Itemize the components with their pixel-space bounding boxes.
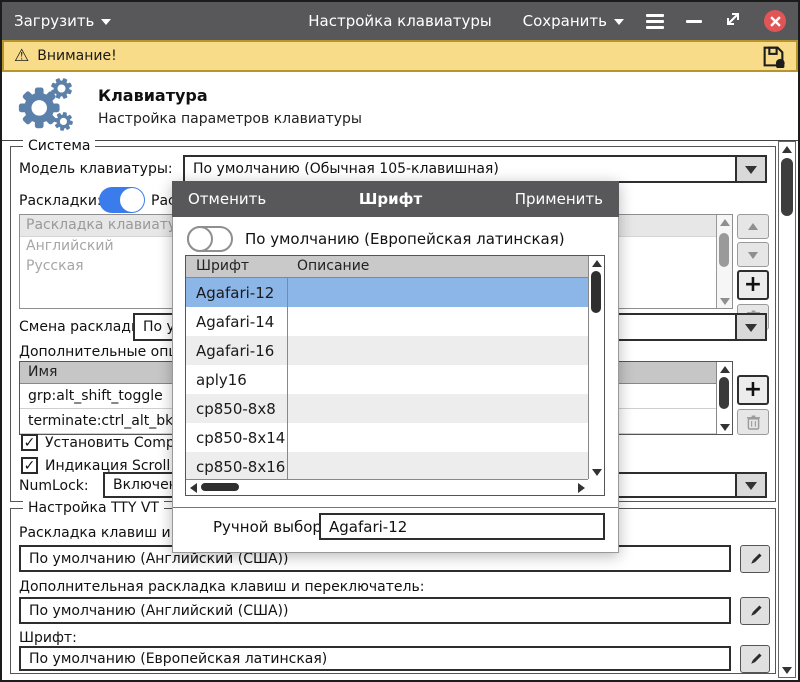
table-row[interactable]: cp850-8x16 bbox=[186, 452, 588, 479]
scroll-down-icon[interactable] bbox=[717, 420, 732, 433]
apply-button[interactable]: Применить bbox=[515, 190, 603, 208]
numlock-label: NumLock: bbox=[19, 478, 89, 494]
chevron-down-icon bbox=[101, 18, 112, 30]
default-font-toggle[interactable] bbox=[187, 226, 233, 252]
table-row[interactable]: Agafari-12 bbox=[186, 278, 588, 307]
save-file-icon[interactable] bbox=[761, 44, 786, 69]
warning-icon: ⚠ bbox=[14, 45, 30, 66]
app-window: Загрузить Настройка клавиатуры Сохранить bbox=[0, 0, 800, 682]
cancel-button[interactable]: Отменить bbox=[188, 190, 266, 208]
system-legend: Система bbox=[23, 138, 96, 154]
load-menu-button[interactable]: Загрузить bbox=[14, 12, 112, 30]
table-row[interactable]: Agafari-14 bbox=[186, 307, 588, 336]
layouts-label: Раскладки: bbox=[19, 193, 102, 209]
scrollbar-thumb[interactable] bbox=[719, 233, 729, 267]
keyboard-model-combo[interactable]: По умолчанию (Обычная 105-клавишная) bbox=[183, 155, 767, 183]
table-row[interactable]: cp850-8x14 bbox=[186, 423, 588, 452]
font-dialog-body: По умолчанию (Европейская латинская) Шри… bbox=[172, 217, 619, 553]
tty-alt-keymap-field[interactable] bbox=[19, 597, 731, 624]
scroll-down-icon[interactable] bbox=[717, 294, 732, 307]
move-layout-down-button[interactable] bbox=[737, 242, 769, 267]
edit-alt-keymap-button[interactable] bbox=[740, 597, 770, 625]
scrollbar-thumb[interactable] bbox=[781, 158, 793, 216]
table-row[interactable]: aply16 bbox=[186, 365, 588, 394]
scroll-left-icon[interactable] bbox=[187, 480, 200, 495]
scrollbar-thumb[interactable] bbox=[719, 377, 729, 409]
options-table-scrollbar[interactable] bbox=[716, 362, 732, 434]
manual-select-input[interactable] bbox=[319, 513, 605, 540]
delete-option-button[interactable] bbox=[737, 409, 769, 435]
gears-icon bbox=[14, 73, 78, 139]
close-button[interactable] bbox=[764, 10, 786, 32]
font-column-header: Шрифт bbox=[196, 258, 250, 274]
chevron-down-icon bbox=[614, 18, 624, 30]
dropdown-arrow-icon[interactable] bbox=[735, 474, 765, 496]
check-icon: ✓ bbox=[23, 434, 36, 451]
resize-icon[interactable] bbox=[724, 10, 742, 32]
compose-checkbox[interactable]: ✓ bbox=[21, 434, 38, 451]
font-table-header: Шрифт Описание bbox=[186, 256, 588, 278]
window-title: Настройка клавиатуры bbox=[308, 12, 492, 30]
edit-keymap-button[interactable] bbox=[740, 545, 770, 573]
font-dialog-header: Отменить Шрифт Применить bbox=[172, 181, 619, 217]
scroll-lock-checkbox[interactable]: ✓ bbox=[21, 457, 38, 474]
warning-bar: ⚠ Внимание! bbox=[2, 40, 798, 72]
font-table-vscrollbar[interactable] bbox=[588, 256, 604, 479]
description-column-header: Описание bbox=[297, 258, 370, 274]
content-area: Система Модель клавиатуры: По умолчанию … bbox=[2, 138, 798, 680]
dropdown-arrow-icon[interactable] bbox=[735, 315, 765, 339]
save-menu-button[interactable]: Сохранить bbox=[523, 12, 624, 30]
scroll-up-icon[interactable] bbox=[589, 257, 604, 270]
font-table-hscrollbar[interactable] bbox=[186, 479, 588, 495]
table-row[interactable]: Agafari-16 bbox=[186, 336, 588, 365]
titlebar: Загрузить Настройка клавиатуры Сохранить bbox=[2, 2, 798, 40]
scrollbar-thumb[interactable] bbox=[591, 271, 601, 313]
scroll-up-icon[interactable] bbox=[717, 363, 732, 376]
dropdown-arrow-icon[interactable] bbox=[735, 157, 765, 181]
keyboard-model-label: Модель клавиатуры: bbox=[19, 161, 173, 177]
divider bbox=[173, 507, 618, 508]
scroll-down-icon[interactable] bbox=[589, 465, 604, 478]
font-table: Шрифт Описание Agafari-12 Agafari-14 Aga… bbox=[185, 255, 605, 496]
add-option-button[interactable]: + bbox=[737, 375, 769, 405]
layouts-toggle[interactable] bbox=[99, 187, 145, 213]
keyboard-model-value: По умолчанию (Обычная 105-клавишная) bbox=[193, 161, 499, 177]
font-dialog-title: Шрифт bbox=[358, 190, 423, 208]
menu-icon[interactable] bbox=[646, 13, 664, 29]
scroll-up-icon[interactable] bbox=[717, 216, 732, 229]
scroll-up-icon[interactable] bbox=[779, 143, 795, 156]
scroll-down-icon[interactable] bbox=[779, 663, 795, 676]
page-title: Клавиатура bbox=[98, 85, 208, 105]
edit-font-button[interactable] bbox=[740, 645, 770, 673]
page-subtitle: Настройка параметров клавиатуры bbox=[98, 110, 362, 127]
check-icon: ✓ bbox=[23, 457, 36, 474]
scrollbar-thumb[interactable] bbox=[201, 483, 239, 491]
tty-alt-keymap-label: Дополнительная раскладка клавиш и перекл… bbox=[19, 579, 425, 595]
load-menu-label: Загрузить bbox=[14, 12, 95, 30]
layouts-list-scrollbar[interactable] bbox=[716, 215, 732, 308]
app-header: Клавиатура Настройка параметров клавиату… bbox=[2, 72, 798, 140]
window-scrollbar[interactable] bbox=[778, 141, 796, 678]
manual-select-label: Ручной выбор: bbox=[213, 518, 327, 536]
table-row[interactable]: cp850-8x8 bbox=[186, 394, 588, 423]
font-table-rows: Шрифт Описание Agafari-12 Agafari-14 Aga… bbox=[186, 256, 588, 479]
scroll-right-icon[interactable] bbox=[574, 480, 587, 495]
move-layout-up-button[interactable] bbox=[737, 214, 769, 239]
tty-legend: Настройка TTY VT bbox=[23, 500, 164, 516]
save-menu-label: Сохранить bbox=[522, 12, 607, 30]
default-font-toggle-label: По умолчанию (Европейская латинская) bbox=[245, 230, 565, 248]
tty-font-field[interactable] bbox=[19, 646, 731, 671]
column-divider bbox=[287, 278, 288, 479]
warning-label: Внимание! bbox=[37, 48, 117, 64]
add-layout-button[interactable]: + bbox=[737, 270, 769, 300]
minimize-icon[interactable] bbox=[686, 19, 702, 23]
font-dialog: Отменить Шрифт Применить По умолчанию (Е… bbox=[172, 181, 619, 553]
tty-font-label: Шрифт: bbox=[19, 630, 77, 646]
